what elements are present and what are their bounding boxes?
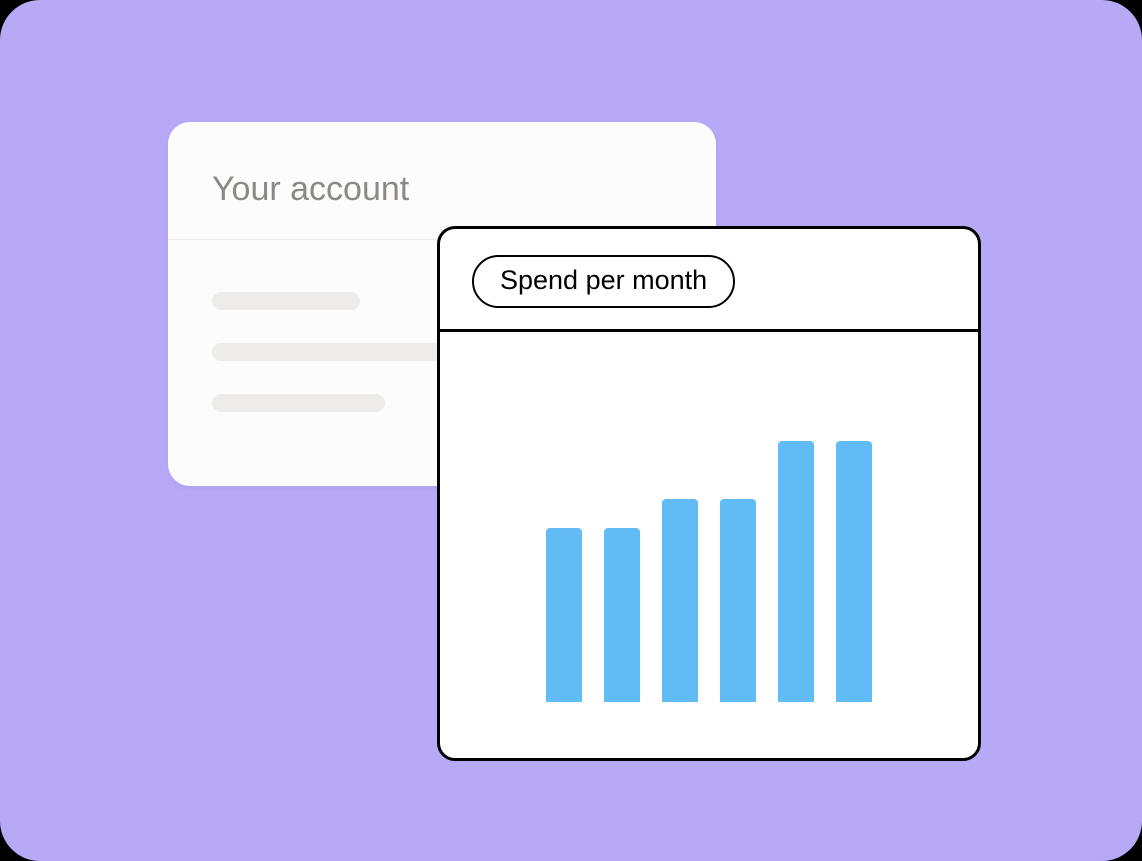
bar xyxy=(662,499,698,702)
skeleton-line xyxy=(212,343,447,361)
bar xyxy=(604,528,640,702)
account-title: Your account xyxy=(212,170,409,209)
bar xyxy=(778,441,814,702)
bar-chart xyxy=(440,402,978,702)
bar xyxy=(836,441,872,702)
chart-body xyxy=(440,332,978,762)
skeleton-line xyxy=(212,292,360,310)
chart-header: Spend per month xyxy=(440,229,978,329)
bar xyxy=(720,499,756,702)
chart-title-pill: Spend per month xyxy=(472,255,735,308)
chart-card: Spend per month xyxy=(437,226,981,761)
skeleton-line xyxy=(212,394,385,412)
bar xyxy=(546,528,582,702)
illustration-canvas: Your account Spend per month xyxy=(0,0,1142,861)
